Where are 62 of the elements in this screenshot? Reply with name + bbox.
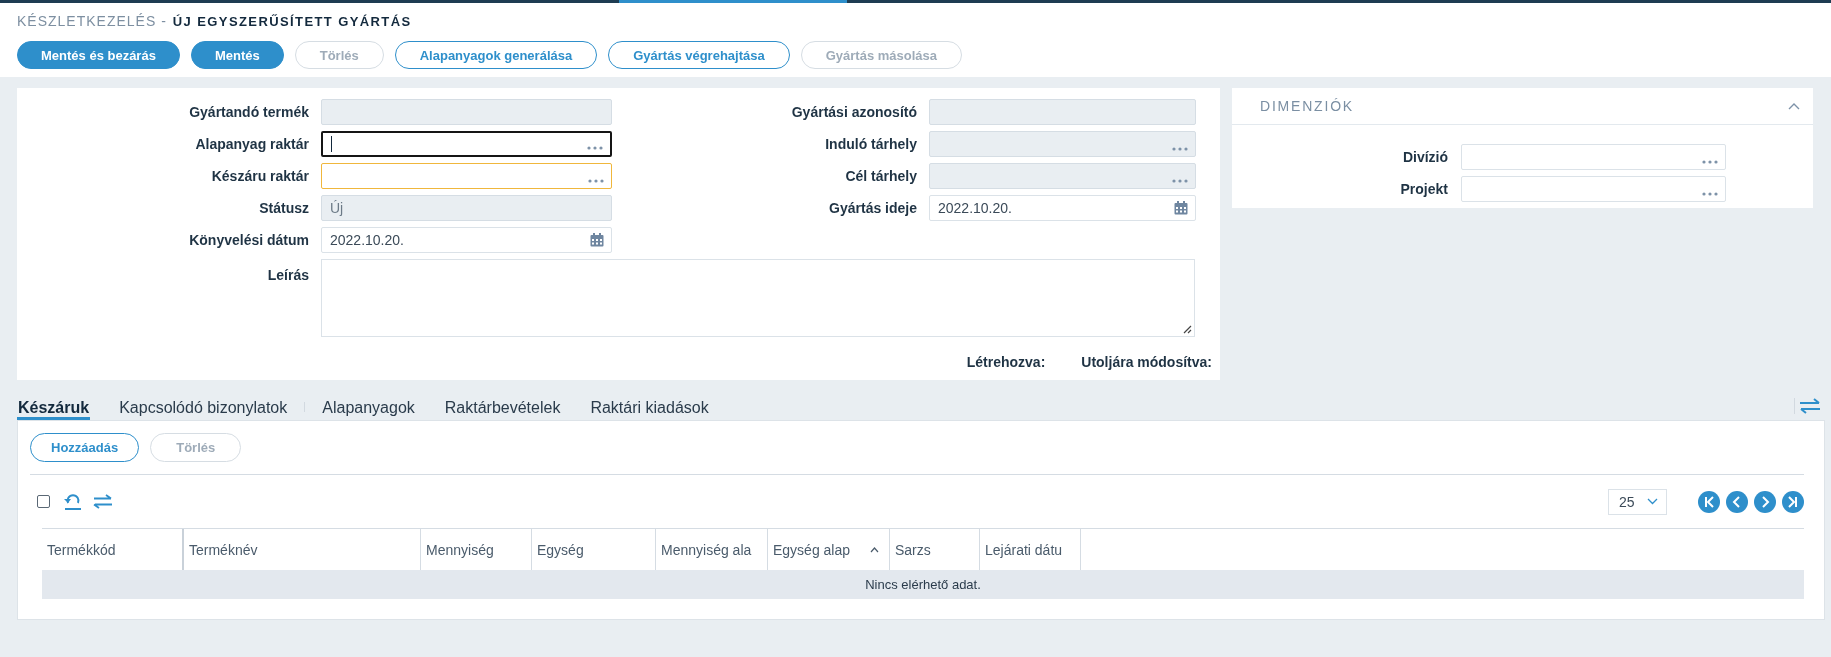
field-label: Cél tárhely — [845, 168, 917, 184]
field-value: 2022.10.20. — [938, 200, 1013, 216]
swap-icon[interactable] — [93, 494, 113, 509]
module-name: KÉSZLETKEZELÉS - — [17, 13, 167, 29]
field-value: 2022.10.20. — [330, 232, 405, 248]
date-field[interactable]: 2022.10.20. — [321, 227, 612, 253]
refresh-icon[interactable] — [63, 492, 83, 511]
field-label: Projekt — [1400, 181, 1448, 197]
calendar-icon[interactable] — [1174, 201, 1188, 215]
column-title: Sarzs — [895, 541, 931, 558]
last-page-button[interactable] — [1782, 490, 1804, 513]
column-title: Mennyiség ala — [661, 541, 752, 558]
chevron-down-icon — [1647, 498, 1658, 505]
action-button[interactable]: Mentés — [190, 41, 284, 69]
page-size-select[interactable]: 25 — [1608, 488, 1667, 515]
grid-button[interactable]: Hozzáadás — [30, 433, 140, 462]
action-button[interactable]: Gyártás végrehajtása — [608, 41, 790, 69]
next-page-button[interactable] — [1754, 490, 1776, 513]
more-icon[interactable] — [1702, 192, 1718, 196]
more-icon[interactable] — [588, 179, 604, 183]
field-label: Leírás — [266, 267, 309, 283]
field-label: Alapanyag raktár — [195, 136, 309, 152]
text-cursor — [331, 136, 332, 152]
field-value: Új — [330, 200, 345, 216]
resize-handle-icon — [1183, 325, 1192, 334]
column-title: Egység alap — [773, 541, 851, 558]
field-label: Divízió — [1402, 149, 1448, 165]
field-label: Készáru raktár — [211, 168, 309, 184]
column-title: Egység — [537, 541, 584, 558]
tab[interactable]: Kapcsolódó bizonylatok — [118, 398, 289, 420]
field-label: Induló tárhely — [825, 136, 917, 152]
field-label: Gyártandó termék — [189, 104, 309, 120]
page-title: ÚJ EGYSZERŰSÍTETT GYÁRTÁS — [172, 14, 412, 29]
lookup-field[interactable] — [321, 131, 612, 157]
swap-icon[interactable] — [1799, 398, 1821, 414]
sort-up-icon[interactable] — [870, 546, 879, 553]
column-title: Lejárati dátu — [985, 541, 1063, 558]
field-label: Gyártás ideje — [829, 200, 917, 216]
column-title: Terméknév — [189, 541, 258, 558]
calendar-icon[interactable] — [590, 233, 604, 247]
tab[interactable]: Raktárbevételek — [443, 398, 562, 420]
description-field[interactable] — [321, 259, 1195, 337]
field-label: Gyártási azonosító — [791, 104, 917, 120]
more-icon[interactable] — [1702, 160, 1718, 164]
tab[interactable]: Alapanyagok — [321, 398, 416, 420]
chevron-up-icon[interactable] — [1788, 102, 1800, 110]
audit-label: Utoljára módosítva: — [1081, 354, 1212, 370]
previous-page-button[interactable] — [1726, 490, 1748, 513]
tab[interactable]: Raktári kiadások — [589, 398, 710, 420]
section-title: DIMENZIÓK — [1260, 98, 1354, 114]
more-icon[interactable] — [587, 146, 603, 150]
action-button[interactable]: Mentés és bezárás — [17, 41, 180, 69]
action-button[interactable]: Alapanyagok generálása — [394, 41, 598, 69]
first-page-button[interactable] — [1698, 490, 1720, 513]
select-all-checkbox[interactable] — [37, 495, 50, 508]
field-label: Könyvelési dátum — [189, 232, 309, 248]
empty-message: Nincs elérhető adat. — [865, 577, 981, 592]
field-label: Státusz — [259, 200, 309, 216]
column-title: Termékkód — [47, 541, 116, 558]
audit-label: Létrehozva: — [966, 354, 1046, 370]
date-field[interactable]: 2022.10.20. — [929, 195, 1196, 221]
column-title: Mennyiség — [426, 541, 494, 558]
